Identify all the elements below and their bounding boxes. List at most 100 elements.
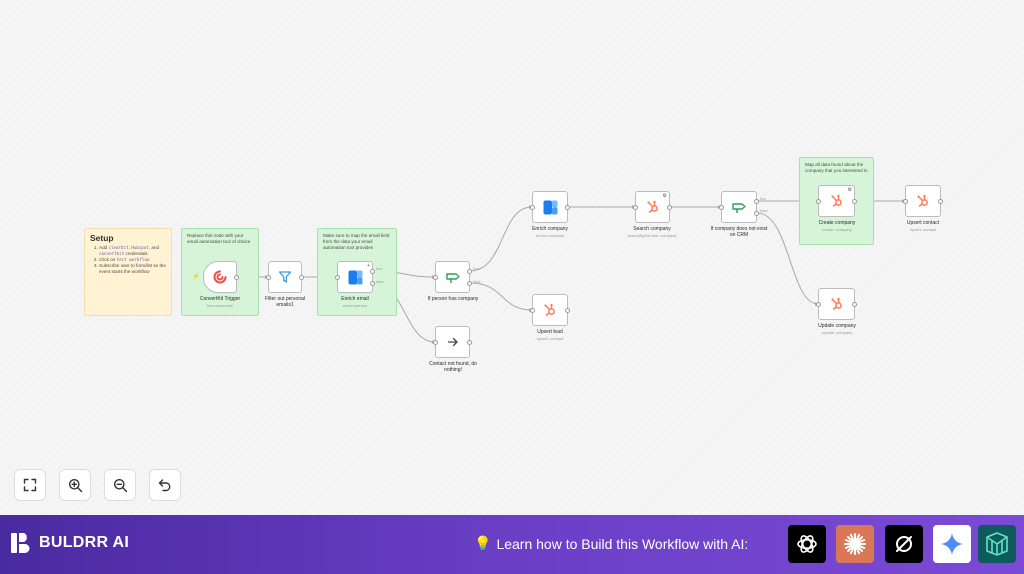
output-port[interactable] xyxy=(565,204,570,210)
zoom-out-button[interactable] xyxy=(104,469,136,501)
gemini-button[interactable] xyxy=(933,525,971,563)
hubspot-icon xyxy=(917,194,928,207)
trigger-bolt-icon: ⚡ xyxy=(192,274,200,280)
input-port[interactable] xyxy=(530,307,535,313)
hubspot-icon xyxy=(544,303,555,316)
create-company-node[interactable]: ⚙ xyxy=(816,185,857,217)
enrich-email-subtitle: enrich:person xyxy=(342,303,368,308)
input-port[interactable] xyxy=(433,274,438,280)
if-company-true-label: true xyxy=(760,197,767,201)
output-port[interactable] xyxy=(667,204,672,210)
input-port[interactable] xyxy=(816,198,821,204)
search-company-label: Search company xyxy=(633,226,671,232)
node-settings-icon[interactable]: ⚙ xyxy=(663,193,667,199)
enrich-company-node[interactable] xyxy=(530,191,570,223)
clearbit-icon xyxy=(348,270,362,284)
input-port[interactable] xyxy=(816,301,821,307)
gemini-icon xyxy=(941,533,963,555)
output-port[interactable] xyxy=(852,198,857,204)
wire-if-person-enrich-company xyxy=(469,206,533,272)
setup-sticky-note[interactable]: Setup Add clearbit, Hubspot, and convert… xyxy=(84,228,172,316)
convertkit-trigger-node[interactable] xyxy=(203,261,239,293)
fit-view-button[interactable] xyxy=(14,469,46,501)
output-port-false[interactable] xyxy=(467,280,472,286)
output-port[interactable] xyxy=(234,274,239,280)
input-port[interactable] xyxy=(335,274,340,280)
input-port[interactable] xyxy=(433,339,438,345)
convertkit-trigger-label: ConvertKit Trigger xyxy=(199,296,241,302)
zoom-in-button[interactable] xyxy=(59,469,91,501)
brand-name: BULDRR AI xyxy=(39,534,130,551)
setup-step-3: Subscribe user to form/list so the event… xyxy=(99,263,166,275)
if-branch-icon xyxy=(732,203,746,213)
upsert-lead-label: Upsert lead xyxy=(537,329,563,335)
output-port[interactable] xyxy=(299,274,304,280)
zoom-out-icon xyxy=(113,478,127,492)
zoom-in-icon xyxy=(68,478,82,492)
filter-icon xyxy=(278,271,292,283)
upsert-lead-subtitle: upsert: contact xyxy=(536,336,564,341)
map-company-note-text: Map all data found about the company tha… xyxy=(805,162,868,173)
create-company-subtitle: create: company xyxy=(822,227,852,232)
manus-icon xyxy=(986,532,1008,556)
learn-cta: 💡 Learn how to Build this Workflow with … xyxy=(474,535,748,552)
update-company-node[interactable] xyxy=(816,288,857,320)
perplexity-button[interactable] xyxy=(885,525,923,563)
if-person-has-company-node[interactable] xyxy=(433,261,472,293)
enrich-true-label: true xyxy=(376,267,383,271)
if-person-false-label: false xyxy=(473,280,481,284)
output-port[interactable] xyxy=(467,339,472,345)
setup-step-1: Add clearbit, Hubspot, and convertkit cr… xyxy=(99,245,166,257)
contact-not-found-node[interactable] xyxy=(433,326,472,358)
workflow-canvas[interactable]: Setup Add clearbit, Hubspot, and convert… xyxy=(0,0,1024,515)
node-settings-icon[interactable]: ⚙ xyxy=(848,187,852,193)
claude-button[interactable] xyxy=(836,525,874,563)
contact-not-found-label: Contact not found, do nothing! xyxy=(429,361,477,373)
map-email-note-text: Make sure to map the email field from th… xyxy=(323,233,390,250)
learn-cta-text: Learn how to Build this Workflow with AI… xyxy=(496,535,749,552)
hubspot-icon xyxy=(830,297,842,310)
convertkit-icon xyxy=(213,270,227,284)
setup-title: Setup xyxy=(90,233,114,243)
add-icon[interactable]: + xyxy=(367,263,370,269)
if-company-not-exist-node[interactable] xyxy=(719,191,759,223)
perplexity-icon xyxy=(896,536,912,552)
if-person-true-label: true xyxy=(473,267,480,271)
output-port-false[interactable] xyxy=(370,280,375,286)
output-port-true[interactable] xyxy=(370,268,375,274)
output-port-true[interactable] xyxy=(754,198,759,204)
input-port[interactable] xyxy=(633,204,638,210)
clearbit-icon xyxy=(543,200,557,214)
input-port[interactable] xyxy=(530,204,535,210)
create-company-label: Create company xyxy=(818,220,856,226)
arrow-right-icon xyxy=(447,337,458,347)
upsert-lead-node[interactable] xyxy=(530,294,570,326)
enrich-email-node[interactable]: + xyxy=(335,261,375,293)
reset-zoom-button[interactable] xyxy=(149,469,181,501)
setup-steps: Add clearbit, Hubspot, and convertkit cr… xyxy=(90,245,166,275)
input-port[interactable] xyxy=(266,274,271,280)
output-port-true[interactable] xyxy=(467,268,472,274)
output-port[interactable] xyxy=(565,307,570,313)
input-port[interactable] xyxy=(719,204,724,210)
upsert-contact-subtitle: upsert: contact xyxy=(909,227,937,232)
update-company-subtitle: update: company xyxy=(821,330,853,335)
upsert-contact-node[interactable] xyxy=(903,185,943,217)
output-port[interactable] xyxy=(852,301,857,307)
update-company-label: Update company xyxy=(818,323,856,329)
search-company-subtitle: searchByDomain: company xyxy=(627,233,677,238)
filter-personal-emails-node[interactable] xyxy=(266,261,304,293)
output-port[interactable] xyxy=(938,198,943,204)
replace-node-note-text: Replace this node with your email automa… xyxy=(187,233,251,244)
search-company-node[interactable]: ⚙ xyxy=(633,191,672,223)
fullscreen-icon xyxy=(23,478,37,492)
promo-footer: BULDRR AI 💡 Learn how to Build this Work… xyxy=(0,515,1024,574)
if-company-false-label: false xyxy=(760,209,768,213)
manus-button[interactable] xyxy=(978,525,1016,563)
output-port-false[interactable] xyxy=(754,210,759,216)
convertkit-trigger-subtitle: form:subscribe xyxy=(206,303,234,308)
chatgpt-button[interactable] xyxy=(788,525,826,563)
undo-icon xyxy=(158,479,171,492)
input-port[interactable] xyxy=(903,198,908,204)
brand-logo[interactable]: BULDRR AI xyxy=(9,531,129,555)
